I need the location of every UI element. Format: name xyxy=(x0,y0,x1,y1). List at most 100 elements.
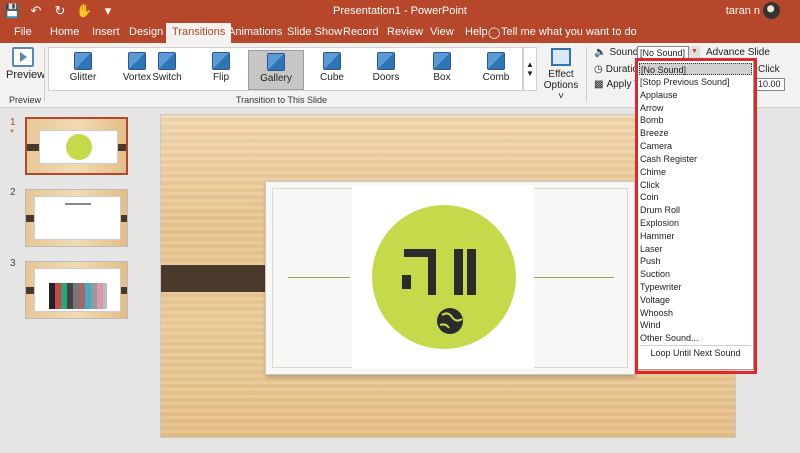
slide-thumbnail-2[interactable] xyxy=(25,189,128,247)
preview-label: Preview xyxy=(6,69,46,81)
ribbon-tabs: File Home Insert Design Transitions Anim… xyxy=(0,23,800,43)
tell-me-search[interactable]: Tell me what you want to do xyxy=(501,26,637,38)
advance-slide-label: Advance Slide xyxy=(706,47,770,58)
transition-label: Cube xyxy=(320,72,344,83)
sound-option[interactable]: Coin xyxy=(639,191,752,203)
sound-option[interactable]: Suction xyxy=(639,268,752,280)
tab-review[interactable]: Review xyxy=(387,26,423,38)
transition-glitter[interactable]: Glitter xyxy=(61,50,105,90)
sound-option[interactable]: Chime xyxy=(639,166,752,178)
sound-option[interactable]: Typewriter xyxy=(639,281,752,293)
sound-option[interactable]: Arrow xyxy=(639,102,752,114)
decor-band-left xyxy=(161,265,279,292)
preview-button[interactable]: Preview xyxy=(6,47,46,81)
speaker-icon: 🔈 xyxy=(594,47,607,58)
transition-star-icon: * xyxy=(10,128,14,139)
sound-option[interactable]: Explosion xyxy=(639,217,752,229)
slide-thumbnail-3[interactable] xyxy=(25,261,128,319)
sound-option[interactable]: Camera xyxy=(639,140,752,152)
chevron-down-icon: ˅ xyxy=(558,91,564,102)
tab-insert[interactable]: Insert xyxy=(92,26,120,38)
user-name[interactable]: taran n xyxy=(726,5,760,17)
thumb-card xyxy=(34,196,121,240)
divider-line-right xyxy=(534,277,614,278)
tab-slide-show[interactable]: Slide Show xyxy=(287,26,342,38)
transition-switch[interactable]: Switch xyxy=(145,50,189,90)
after-time-input[interactable]: 10.00 xyxy=(755,78,785,91)
sound-option[interactable]: Wind xyxy=(639,319,752,331)
logo-circle xyxy=(372,205,516,349)
sound-row: 🔈 Sound: xyxy=(594,47,641,58)
sound-option[interactable]: Whoosh xyxy=(639,307,752,319)
vortex-icon xyxy=(128,52,146,70)
tab-transitions[interactable]: Transitions xyxy=(166,23,232,43)
tab-record[interactable]: Record xyxy=(343,26,378,38)
effect-options-label-2: Options xyxy=(543,80,579,91)
doors-icon xyxy=(377,52,395,70)
tab-home[interactable]: Home xyxy=(50,26,79,38)
sound-option[interactable]: Laser xyxy=(639,243,752,255)
group-divider xyxy=(44,47,45,102)
effect-options-label-1: Effect xyxy=(548,69,574,80)
transition-gallery-item[interactable]: Gallery xyxy=(248,50,304,90)
preview-group-label: Preview xyxy=(9,95,42,105)
gallery-icon xyxy=(267,53,285,71)
tab-help[interactable]: Help xyxy=(465,26,488,38)
transition-flip[interactable]: Flip xyxy=(199,50,243,90)
thumb-card xyxy=(34,268,121,312)
flip-icon xyxy=(212,52,230,70)
sound-option[interactable]: Click xyxy=(639,179,752,191)
transitions-group-label: Transition to This Slide xyxy=(236,95,328,105)
slide-number: 1 xyxy=(10,117,16,128)
effect-options-icon xyxy=(551,48,571,66)
tab-view[interactable]: View xyxy=(430,26,454,38)
switch-icon xyxy=(158,52,176,70)
sound-option[interactable]: Bomb xyxy=(639,114,752,126)
slide-thumbnail-1[interactable] xyxy=(25,117,128,175)
avatar[interactable] xyxy=(763,2,780,19)
window-title: Presentation1 - PowerPoint xyxy=(333,5,467,17)
tab-animations[interactable]: Animations xyxy=(228,26,282,38)
sound-option[interactable]: Other Sound... xyxy=(639,332,752,344)
loop-until-next-sound-option[interactable]: Loop Until Next Sound xyxy=(639,348,752,358)
transition-label: Comb xyxy=(482,72,510,83)
sound-option[interactable]: Drum Roll xyxy=(639,204,752,216)
dropdown-divider xyxy=(640,345,751,346)
lightbulb-icon[interactable]: ◯ xyxy=(488,26,500,39)
sound-option[interactable]: Cash Register xyxy=(639,153,752,165)
logo-thumb-icon xyxy=(66,134,92,160)
slide-number: 3 xyxy=(10,258,16,269)
transition-box[interactable]: Box xyxy=(420,50,464,90)
thumb-title-line xyxy=(65,203,91,205)
sound-dropdown-arrow-icon[interactable]: ▼ xyxy=(688,46,700,59)
transition-doors[interactable]: Doors xyxy=(364,50,408,90)
thumb-image xyxy=(49,283,107,309)
transition-gallery: Glitter Vortex Switch Flip Gallery Cube … xyxy=(48,47,523,91)
apply-all-icon: ▩ xyxy=(594,79,604,90)
apply-to-all-button[interactable]: ▩ Apply T xyxy=(594,79,640,90)
on-mouse-click-checkbox[interactable]: Click xyxy=(758,64,780,75)
sound-option[interactable]: Voltage xyxy=(639,294,752,306)
transition-label: Box xyxy=(433,72,451,83)
sound-option[interactable]: [No Sound] xyxy=(639,63,752,75)
sound-option[interactable]: Hammer xyxy=(639,230,752,242)
sound-option[interactable]: Applause xyxy=(639,89,752,101)
sound-option[interactable]: [Stop Previous Sound] xyxy=(639,76,752,88)
content-frame xyxy=(265,181,635,375)
transition-comb[interactable]: Comb xyxy=(474,50,518,90)
preview-icon xyxy=(12,47,34,67)
transition-label: Switch xyxy=(152,72,182,83)
tab-design[interactable]: Design xyxy=(129,26,163,38)
group-divider xyxy=(586,47,587,102)
tab-file[interactable]: File xyxy=(14,26,32,38)
gallery-more-button[interactable]: ▲ ▼ xyxy=(523,47,537,91)
transition-cube[interactable]: Cube xyxy=(310,50,354,90)
clock-icon: ◷ xyxy=(594,64,603,75)
transition-label: Gallery xyxy=(260,73,292,84)
sound-option[interactable]: Breeze xyxy=(639,127,752,139)
box-icon xyxy=(433,52,451,70)
slide-number: 2 xyxy=(10,187,16,198)
effect-options-button[interactable]: Effect Options ˅ xyxy=(541,48,581,102)
logo-image[interactable] xyxy=(352,185,534,369)
sound-option[interactable]: Push xyxy=(639,255,752,267)
